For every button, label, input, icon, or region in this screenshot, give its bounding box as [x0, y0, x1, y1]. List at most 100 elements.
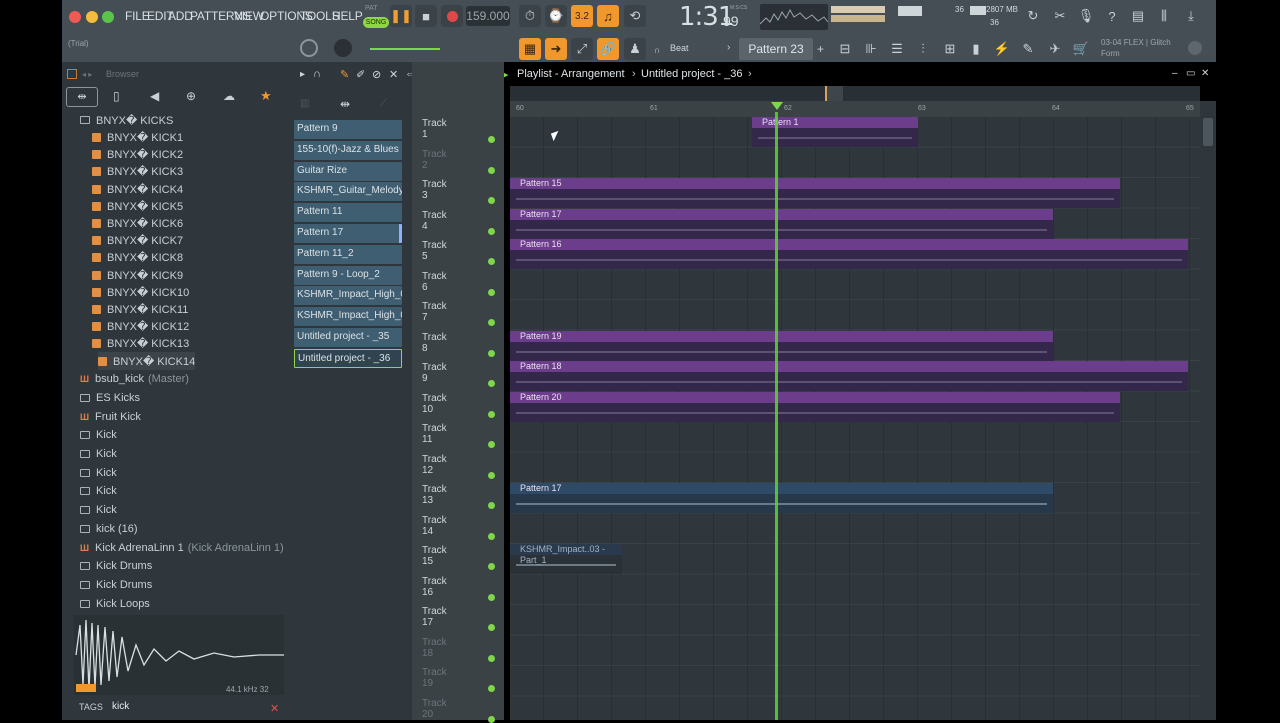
metronome-icon[interactable]: ⏱ — [519, 5, 541, 27]
snap-magnet-icon[interactable]: ∩ — [313, 68, 321, 80]
online-globe-icon[interactable] — [1188, 41, 1202, 55]
track-mute-led[interactable] — [488, 197, 495, 204]
master-volume-slider[interactable] — [370, 48, 440, 50]
plugin-picker-icon[interactable]: ⚡ — [991, 38, 1013, 60]
pause-button[interactable]: ❚❚ — [390, 5, 412, 27]
arrangement-overview[interactable] — [510, 86, 1200, 101]
browser-menu-icon[interactable] — [67, 69, 77, 79]
plugin-database-icon[interactable]: ▮ — [965, 38, 987, 60]
shopping-cart-icon[interactable]: 🛒 — [1070, 38, 1092, 60]
track-mute-led[interactable] — [488, 685, 495, 692]
loop-record-icon[interactable]: ⟲ — [624, 5, 646, 27]
kick-file-item[interactable]: BNYX� KICK1 — [92, 129, 195, 146]
time-ruler[interactable] — [510, 101, 1200, 117]
add-pattern-icon[interactable]: + — [817, 42, 824, 56]
browser-item[interactable]: Kick — [80, 463, 284, 482]
browser-item[interactable]: kick (16) — [80, 520, 284, 539]
pattern-arrow-icon[interactable]: › — [727, 42, 730, 53]
stamp-icon[interactable]: ♟ — [624, 38, 646, 60]
track-name[interactable]: Track 15 — [422, 545, 447, 567]
track-mute-led[interactable] — [488, 471, 495, 479]
close-window-button[interactable] — [69, 11, 81, 23]
magnet-icon[interactable]: ∩ — [654, 45, 660, 55]
playlist-clip[interactable]: Pattern 19 — [510, 330, 1053, 361]
browser-item[interactable]: Kick — [80, 445, 284, 464]
browser-tree-icon[interactable]: ⊞ — [939, 38, 961, 60]
pattern-picker-item[interactable]: KSHMR_Impact_High_03 — [294, 307, 402, 327]
track-name[interactable]: Track 4 — [422, 210, 447, 232]
pattern-picker-item[interactable]: Pattern 11 — [294, 203, 402, 223]
pattern-selector[interactable]: Pattern 23 — [739, 38, 813, 60]
record-button[interactable] — [441, 5, 463, 27]
master-pitch-knob[interactable] — [334, 39, 352, 57]
track-mute-led[interactable] — [488, 380, 495, 387]
touch-controller-icon[interactable]: ✎ — [1017, 38, 1039, 60]
track-name[interactable]: Track 8 — [422, 332, 447, 354]
menu-help[interactable]: HELP — [332, 9, 363, 23]
slide-icon[interactable]: ⤢ — [571, 38, 593, 60]
track-name[interactable]: Track 13 — [422, 484, 447, 506]
browser-item[interactable]: Ш Kick AdrenaLinn 1 (Kick AdrenaLinn 1) — [80, 538, 284, 557]
playlist-maximize-icon[interactable]: ▭ — [1186, 68, 1195, 79]
browser-favorites-icon[interactable]: ★ — [260, 88, 272, 104]
track-name[interactable]: Track 17 — [422, 606, 447, 628]
song-mode-toggle[interactable]: SONG — [363, 17, 389, 28]
mixer-view-icon[interactable]: ⫶ — [912, 38, 934, 60]
track-name[interactable]: Track 3 — [422, 179, 447, 201]
browser-item[interactable]: Kick — [80, 482, 284, 501]
track-mute-led[interactable] — [488, 654, 495, 662]
draw-tool-icon[interactable]: ✎ — [340, 68, 349, 81]
track-mute-led[interactable] — [488, 715, 495, 723]
track-mute-led[interactable] — [488, 502, 495, 509]
step-edit-button[interactable]: 3.2 — [571, 5, 593, 27]
pattern-picker-item[interactable]: Untitled project - _36 — [294, 348, 402, 368]
track-mute-led[interactable] — [488, 563, 495, 570]
snap-select[interactable]: Beat — [670, 43, 689, 53]
download-icon[interactable]: ⤓ — [1180, 5, 1202, 27]
track-mute-led[interactable] — [488, 410, 495, 418]
browser-files-icon[interactable]: ▯ — [113, 89, 120, 103]
kick-file-item[interactable]: BNYX� KICK8 — [92, 249, 195, 266]
track-name[interactable]: Track 2 — [422, 149, 447, 171]
kick-file-item[interactable]: BNYX� KICK10 — [92, 284, 195, 301]
browser-item[interactable]: Шbsub_kick (Master) — [80, 370, 284, 389]
overview-scroll-thumb[interactable] — [825, 86, 843, 101]
track-mute-led[interactable] — [488, 319, 495, 326]
track-name[interactable]: Track 1 — [422, 118, 447, 140]
track-mute-led[interactable] — [488, 593, 495, 601]
playlist-clip[interactable]: Pattern 16 — [510, 239, 1188, 269]
browser-folder-bnyx-kicks[interactable]: BNYX� KICKS — [80, 111, 173, 129]
kick-file-item[interactable]: BNYX� KICK2 — [92, 146, 195, 163]
picker-piano-icon[interactable]: ▥ — [300, 98, 309, 109]
browser-item[interactable]: Ш Fruit Kick — [80, 407, 284, 426]
playlist-minimize-icon[interactable]: – — [1172, 68, 1178, 79]
channel-rack-arrow-icon[interactable]: ➜ — [545, 38, 567, 60]
browser-item[interactable]: ES Kicks — [80, 389, 284, 408]
pattern-picker-item[interactable]: Pattern 11_2 — [294, 244, 402, 264]
browser-speaker-icon[interactable]: ◀ — [150, 89, 159, 103]
browser-item[interactable]: Kick — [80, 426, 284, 445]
track-name[interactable]: Track 19 — [422, 667, 447, 689]
track-name[interactable]: Track 14 — [422, 515, 447, 537]
kick-file-item[interactable]: BNYX� KICK3 — [92, 163, 195, 180]
pattern-picker-item[interactable]: 155-10(f)-Jazz & Blues G... — [294, 140, 402, 160]
track-name[interactable]: Track 5 — [422, 240, 447, 262]
tools-icon[interactable]: ✂ — [1049, 5, 1071, 27]
playlist-arrow-icon[interactable]: ▸ — [300, 69, 305, 80]
track-mute-led[interactable] — [488, 258, 495, 265]
stop-button[interactable]: ■ — [415, 5, 437, 27]
channel-rack-icon[interactable]: ☰ — [886, 38, 908, 60]
playlist-clip[interactable]: Pattern 15 — [510, 178, 1120, 208]
track-name[interactable]: Track 11 — [422, 423, 447, 445]
track-name[interactable]: Track 7 — [422, 301, 447, 323]
help-icon[interactable]: ? — [1101, 5, 1123, 27]
scrollbar-thumb[interactable] — [1203, 118, 1213, 146]
pattern-picker-item[interactable]: Untitled project - _35 — [294, 328, 402, 347]
mixer-icon[interactable]: ⫼ — [1153, 5, 1175, 27]
track-mute-led[interactable] — [488, 166, 495, 174]
delete-tool-icon[interactable]: ⊘ — [372, 68, 381, 81]
kick-file-item[interactable]: BNYX� KICK9 — [92, 267, 195, 284]
track-name[interactable]: Track 6 — [422, 271, 447, 293]
master-volume-knob[interactable] — [300, 39, 318, 57]
kick-file-item[interactable]: BNYX� KICK6 — [92, 215, 195, 232]
